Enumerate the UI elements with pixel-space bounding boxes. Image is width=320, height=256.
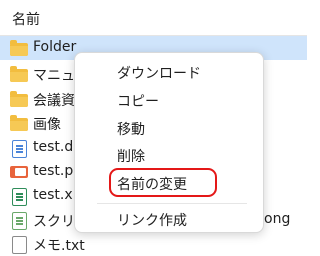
file-name: test.d bbox=[33, 139, 74, 155]
file-name: 会議資 bbox=[33, 93, 75, 109]
folder-icon bbox=[10, 39, 28, 57]
file-name: test.x bbox=[33, 187, 73, 203]
file-name-tail: ong bbox=[264, 211, 291, 227]
text-file-icon bbox=[10, 235, 28, 254]
file-name: スクリ bbox=[33, 214, 75, 230]
menu-separator bbox=[97, 203, 247, 204]
menu-item-copy[interactable]: コピー bbox=[117, 91, 159, 111]
name-column-label: 名前 bbox=[12, 12, 40, 28]
column-header[interactable]: 名前 bbox=[0, 0, 307, 36]
menu-item-delete[interactable]: 削除 bbox=[117, 146, 145, 166]
powerpoint-icon bbox=[10, 163, 28, 181]
file-explorer: 名前 Folder マニュア 会議資 画像 test.d test.p test… bbox=[0, 0, 307, 254]
file-name: メモ.txt bbox=[33, 238, 85, 254]
menu-item-download[interactable]: ダウンロード bbox=[117, 63, 201, 83]
context-menu: ダウンロード コピー 移動 削除 名前の変更 リンク作成 bbox=[74, 52, 264, 233]
folder-icon bbox=[10, 90, 28, 108]
menu-item-create-link[interactable]: リンク作成 bbox=[117, 210, 187, 230]
folder-icon bbox=[10, 65, 28, 83]
menu-item-move[interactable]: 移動 bbox=[117, 119, 145, 139]
file-name: Folder bbox=[33, 39, 77, 55]
excel-icon bbox=[10, 187, 28, 206]
word-document-icon bbox=[10, 139, 28, 158]
file-name: test.p bbox=[33, 163, 74, 179]
script-icon bbox=[10, 211, 28, 230]
file-name: 画像 bbox=[33, 117, 61, 133]
folder-icon bbox=[10, 114, 28, 132]
menu-item-rename[interactable]: 名前の変更 bbox=[117, 174, 187, 194]
file-row-memo-txt[interactable]: メモ.txt bbox=[0, 232, 307, 256]
